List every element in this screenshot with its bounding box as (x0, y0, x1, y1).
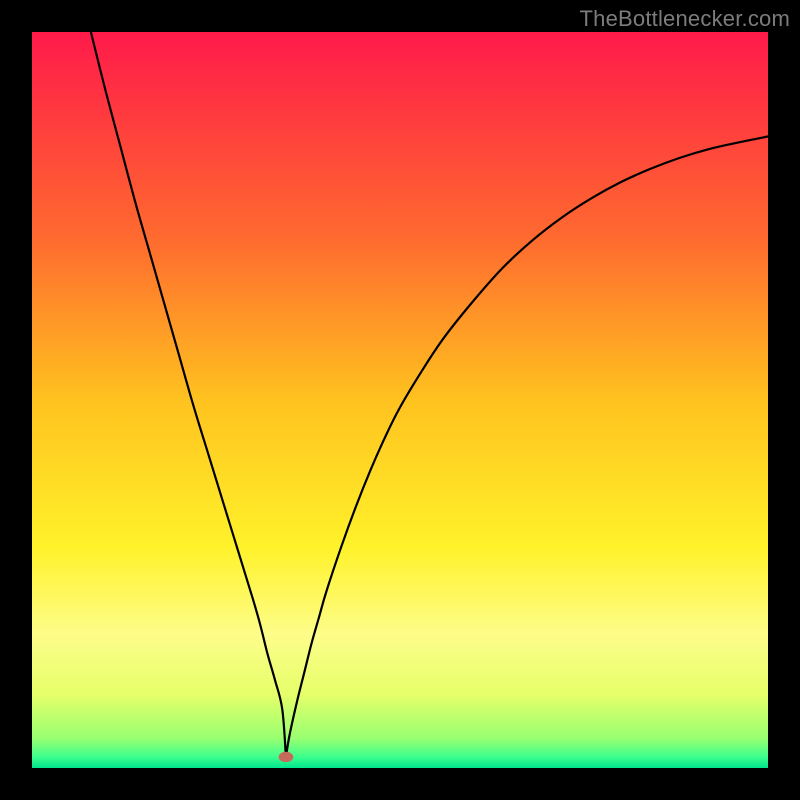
minimum-marker (279, 752, 294, 762)
plot-area (32, 32, 768, 768)
watermark-label: TheBottlenecker.com (580, 6, 790, 32)
bottleneck-curve (32, 32, 768, 768)
curve-path (91, 32, 768, 757)
chart-frame: TheBottlenecker.com (0, 0, 800, 800)
